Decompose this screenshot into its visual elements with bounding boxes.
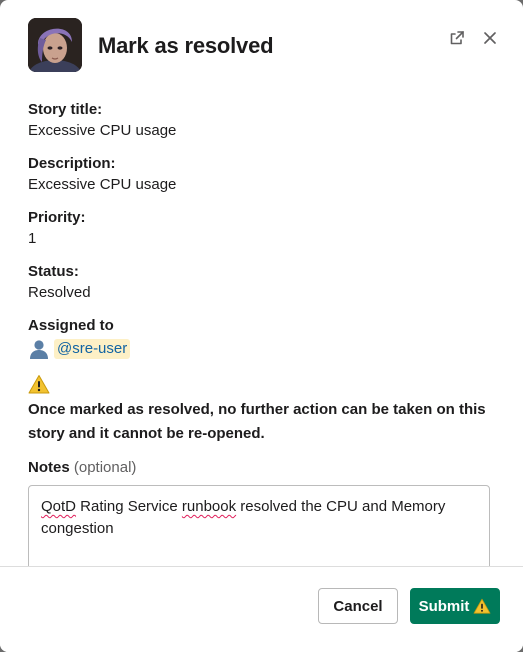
notes-text-part: Rating Service [76,498,182,515]
field-value: Excessive CPU usage [28,176,177,193]
notes-text-part: runbook [181,498,237,515]
warning-icon [473,598,491,614]
close-icon[interactable] [479,27,501,49]
field-label: Status: [28,263,79,280]
field-value: Resolved [28,284,91,301]
field-story-title: Story title: Excessive CPU usage [28,100,498,142]
field-description: Description: Excessive CPU usage [28,154,498,196]
field-label: Story title: [28,101,103,118]
assignee-row: @sre-user [28,338,498,360]
user-mention[interactable]: @sre-user [54,339,131,359]
assigned-label: Assigned to [28,317,114,334]
field-status: Status: Resolved [28,262,498,304]
modal-body: Story title: Excessive CPU usage Descrip… [28,100,498,478]
external-link-icon[interactable] [446,27,468,49]
notes-label: Notes (optional) [28,458,498,478]
bust-in-silhouette-icon [28,339,50,359]
field-value: Excessive CPU usage [28,122,177,139]
field-priority: Priority: 1 [28,208,498,250]
field-value: 1 [28,230,37,247]
modal-header: Mark as resolved [0,0,523,90]
assigned-section: Assigned to @sre-user [28,316,498,360]
field-label: Description: [28,155,116,172]
warning-text: Once marked as resolved, no further acti… [28,401,486,442]
cancel-button[interactable]: Cancel [318,588,398,624]
notes-optional-hint: (optional) [73,459,137,476]
modal-footer: Cancel Submit [0,566,523,652]
warning-icon [28,374,498,396]
field-label: Priority: [28,209,86,226]
app-avatar [28,18,82,72]
resolve-modal: Mark as resolved Story title: Excessive … [0,0,523,652]
modal-title: Mark as resolved [98,33,274,58]
avatar-image [28,18,82,72]
submit-label: Submit [418,597,470,615]
submit-button[interactable]: Submit [410,588,500,624]
notes-text-part: QotD [41,498,77,515]
notes-label-text: Notes [28,459,70,476]
